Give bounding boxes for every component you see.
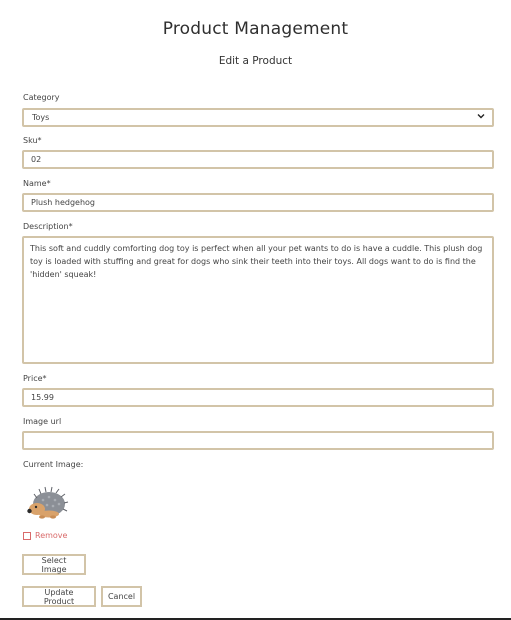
description-label: Description*	[23, 222, 73, 231]
category-label: Category	[23, 93, 60, 102]
page-subtitle: Edit a Product	[218, 55, 293, 67]
select-image-button[interactable]: Select Image	[22, 554, 86, 575]
image-url-label: Image url	[23, 417, 62, 426]
price-input[interactable]	[22, 388, 494, 407]
checkbox-icon[interactable]	[23, 531, 31, 540]
update-product-button[interactable]: Update Product	[22, 586, 96, 607]
category-select[interactable]: Toys	[22, 108, 494, 127]
image-url-input[interactable]	[22, 431, 494, 450]
sku-label: Sku*	[23, 136, 42, 145]
hedgehog-toy-image	[23, 478, 71, 526]
price-label: Price*	[23, 374, 47, 383]
name-input[interactable]	[22, 193, 494, 212]
remove-label: Remove	[35, 531, 68, 540]
category-select-value: Toys	[32, 113, 50, 122]
page-title: Product Management	[162, 19, 349, 39]
current-image-label: Current Image:	[23, 460, 84, 469]
cancel-button[interactable]: Cancel	[101, 586, 142, 607]
description-textarea[interactable]: This soft and cuddly comforting dog toy …	[22, 236, 494, 364]
name-label: Name*	[23, 179, 51, 188]
chevron-down-icon	[477, 110, 485, 125]
sku-input[interactable]	[22, 150, 494, 169]
remove-image-checkbox[interactable]: Remove	[23, 531, 67, 540]
